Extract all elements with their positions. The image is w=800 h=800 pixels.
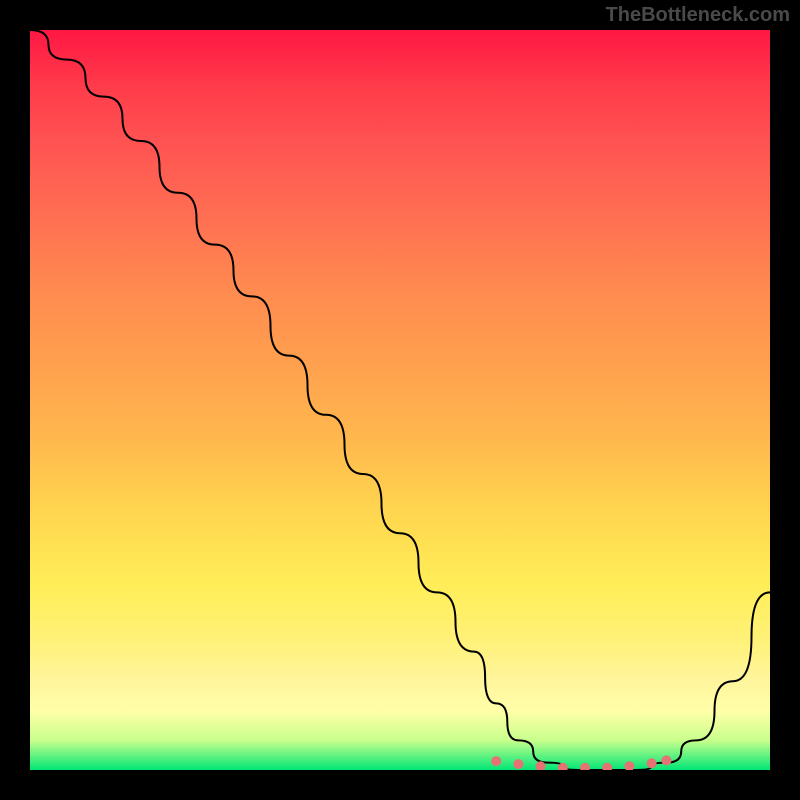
optimal-marker — [580, 763, 590, 770]
optimal-marker — [624, 761, 634, 770]
watermark-text: TheBottleneck.com — [606, 4, 790, 27]
optimal-marker — [661, 755, 671, 765]
plot-area — [30, 30, 770, 770]
optimal-marker — [491, 756, 501, 766]
chart-svg — [30, 30, 770, 770]
bottleneck-curve-line — [30, 30, 770, 770]
optimal-marker — [647, 758, 657, 768]
optimal-range-markers — [491, 755, 671, 770]
optimal-marker — [513, 759, 523, 769]
optimal-marker — [602, 763, 612, 770]
